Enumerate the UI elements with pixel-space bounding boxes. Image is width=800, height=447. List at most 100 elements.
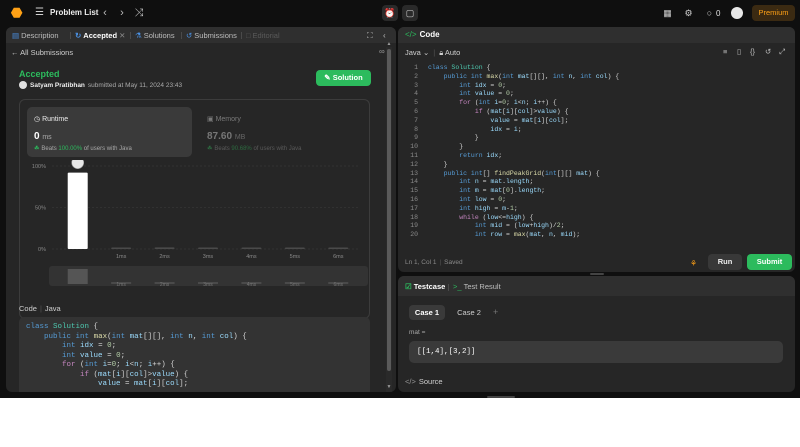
- history-icon: ↻: [75, 31, 82, 40]
- code-line: int idx = 0;: [62, 342, 117, 350]
- layout-grid-icon[interactable]: ▦: [662, 8, 673, 19]
- streak-fire-icon[interactable]: ○: [704, 8, 715, 19]
- left-tabbar: ▤ Description ↻ Accepted ✕ ⚗ Solutions ↺ Sub…: [6, 27, 396, 43]
- your-submission-avatar: [71, 160, 85, 169]
- runtime-title: ◷ Runtime: [34, 116, 69, 123]
- tab-description[interactable]: ▤ Description: [12, 30, 59, 41]
- author-name[interactable]: Satyam Pratibhan: [30, 82, 85, 89]
- x-tick-label: 3ms: [203, 254, 214, 260]
- tab-testcase[interactable]: ☑ Testcase: [405, 282, 445, 291]
- line-number: 9: [414, 134, 418, 142]
- line-number: 15: [410, 187, 418, 195]
- language-select[interactable]: Java ⌄: [405, 48, 429, 57]
- code-panel-title: </> Code: [405, 30, 440, 39]
- tab-test-result[interactable]: >_ Test Result: [453, 282, 501, 291]
- overview-tick-label: 5ms: [290, 282, 300, 288]
- flask-icon: ⚗: [135, 31, 142, 40]
- scroll-up-icon[interactable]: ▲: [386, 41, 392, 47]
- close-tab-icon[interactable]: ✕: [119, 31, 125, 40]
- line-number: 20: [410, 231, 418, 239]
- add-case-button[interactable]: +: [493, 305, 498, 320]
- prev-problem-button[interactable]: ‹: [99, 6, 111, 20]
- line-number: 17: [410, 204, 418, 212]
- debugger-icon[interactable]: ⚘: [690, 259, 697, 268]
- y-tick-label: 50%: [35, 206, 46, 212]
- case-1-tab[interactable]: Case 1: [409, 305, 445, 320]
- code-line: if (mat[i][col]>value) {: [80, 370, 189, 379]
- performance-card: ◷ Runtime 0 ms ☘ Beats 100.00% of users w…: [19, 99, 370, 319]
- streak-count: 0: [716, 9, 721, 18]
- braces-icon[interactable]: {}: [750, 47, 755, 56]
- panel-resize-handle[interactable]: [590, 273, 604, 275]
- tab-accepted[interactable]: ↻ Accepted ✕: [75, 30, 125, 41]
- submit-button[interactable]: Submit: [747, 254, 792, 270]
- fullscreen-icon[interactable]: ⤢: [779, 47, 785, 57]
- submitted-time: submitted at May 11, 2024 23:43: [87, 81, 183, 89]
- code-line: public int max(int mat[][], int n, int c…: [443, 72, 620, 80]
- shuffle-icon[interactable]: ⤨: [133, 6, 145, 20]
- problem-list-link[interactable]: Problem List: [50, 8, 98, 17]
- runtime-distribution-chart: 100% 50% 0% 1ms 2ms 3ms 4ms 5ms 6ms 1ms 2ms 3ms 4ms 5…: [32, 160, 368, 288]
- share-link-icon[interactable]: ∞: [379, 47, 385, 56]
- source-toggle[interactable]: </> Source: [405, 377, 443, 386]
- runtime-bar: [111, 247, 132, 249]
- tab-divider: [70, 32, 71, 39]
- bottom-resize-handle[interactable]: [487, 396, 515, 398]
- code-editor[interactable]: class Solution { public int max(int mat[…: [428, 64, 619, 240]
- line-number: 16: [410, 195, 418, 203]
- code-line: for (int i=0; i<n; i++) {: [459, 99, 557, 107]
- code-line: int m = mat[0].length;: [459, 187, 546, 195]
- line-number: 7: [414, 116, 418, 124]
- tab-submissions[interactable]: ↺ Submissions: [186, 30, 237, 41]
- post-solution-button[interactable]: ✎ Solution: [316, 70, 371, 86]
- checkbox-icon: ☑: [405, 282, 412, 291]
- chevron-down-icon: ⌄: [422, 48, 430, 57]
- settings-gear-icon[interactable]: ⚙: [683, 8, 694, 19]
- code-line: int value = 0;: [459, 90, 514, 98]
- bookmark-icon[interactable]: ▯: [737, 47, 741, 56]
- testcase-panel: ☑ Testcase >_ Test Result Case 1 Case 2 + …: [398, 276, 795, 392]
- line-number: 11: [410, 151, 418, 159]
- next-problem-button[interactable]: ›: [116, 6, 128, 20]
- problem-list-icon[interactable]: ☰: [35, 8, 45, 18]
- format-icon[interactable]: ≡: [723, 47, 727, 56]
- tab-divider: [241, 32, 242, 39]
- submitted-code-block: class Solution { public int max(int mat[…: [19, 317, 370, 392]
- timer-icon[interactable]: ⏰: [382, 5, 398, 21]
- left-scrollbar[interactable]: ▲ ▼: [386, 41, 392, 392]
- tab-editorial[interactable]: □ Editorial: [246, 30, 280, 41]
- maximize-icon[interactable]: ⛶: [367, 30, 373, 41]
- tab-solutions[interactable]: ⚗ Solutions: [135, 30, 175, 41]
- collapse-icon[interactable]: ‹: [383, 30, 386, 41]
- all-submissions-link[interactable]: ← All Submissions: [11, 48, 73, 57]
- lock-icon: 🔒︎: [439, 48, 444, 57]
- tab-divider: [181, 32, 182, 39]
- scrollbar-thumb[interactable]: [387, 49, 391, 371]
- runtime-bar: [198, 247, 218, 249]
- code-line: value = mat[i][col];: [490, 116, 569, 124]
- line-number: 18: [410, 213, 418, 221]
- reset-icon[interactable]: ↺: [765, 47, 771, 56]
- run-button[interactable]: Run: [708, 254, 742, 270]
- code-line: value = mat[i][col];: [98, 380, 189, 388]
- line-number: 1: [414, 64, 418, 71]
- line-number: 2: [414, 72, 418, 80]
- leetcode-logo-icon[interactable]: ⬣: [11, 6, 23, 20]
- premium-button[interactable]: Premium: [752, 5, 795, 21]
- scroll-down-icon[interactable]: ▼: [386, 384, 392, 390]
- case-2-tab[interactable]: Case 2: [451, 305, 487, 320]
- overview-tick-label: 4ms: [247, 282, 257, 288]
- code-icon: </>: [405, 377, 416, 386]
- memory-box[interactable]: ▣ Memory 87.60 MB ☘ Beats 90.68% of users…: [200, 107, 365, 157]
- auto-mode-toggle[interactable]: 🔒︎ Auto: [439, 48, 460, 57]
- line-number: 5: [414, 99, 418, 107]
- notes-icon[interactable]: ▢: [402, 5, 418, 21]
- user-avatar[interactable]: [731, 7, 743, 19]
- code-line: }: [428, 143, 464, 151]
- testcase-input[interactable]: [[1,4],[3,2]]: [409, 341, 783, 363]
- runtime-bar: [328, 247, 349, 249]
- runtime-box[interactable]: ◷ Runtime 0 ms ☘ Beats 100.00% of users w…: [27, 107, 192, 157]
- code-line: return idx;: [459, 151, 503, 159]
- x-tick-label: 1ms: [116, 254, 127, 260]
- memory-beats: ☘ Beats 90.68% of users with Java: [207, 146, 302, 152]
